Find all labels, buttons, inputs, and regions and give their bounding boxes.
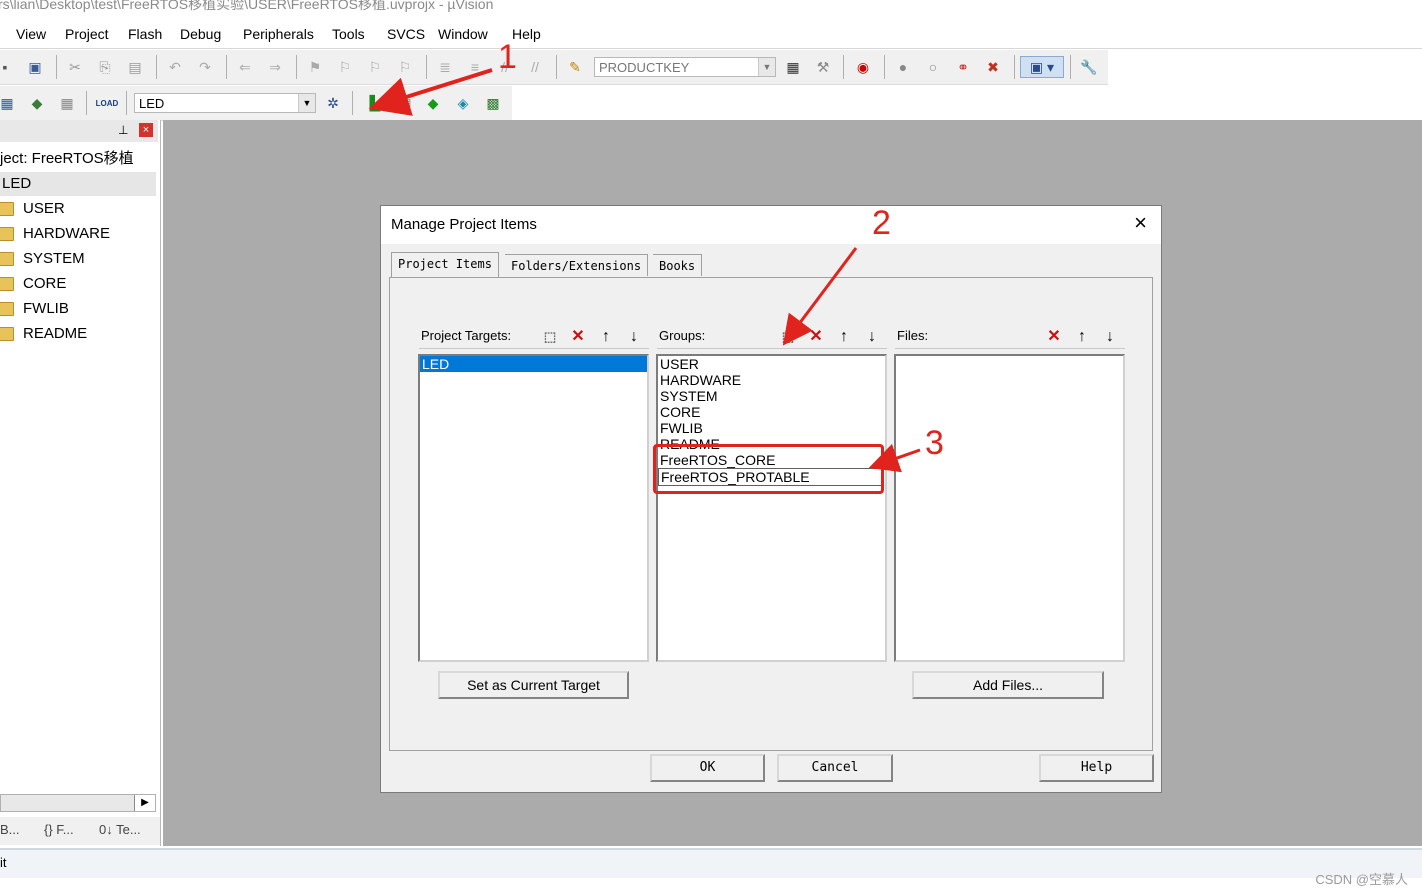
annotation-3: 3 (925, 424, 944, 462)
annotation-1: 1 (498, 38, 517, 76)
annotation-2: 2 (872, 204, 891, 242)
watermark: CSDN @空慕人 (1315, 872, 1408, 887)
annotation-arrows (368, 68, 921, 473)
